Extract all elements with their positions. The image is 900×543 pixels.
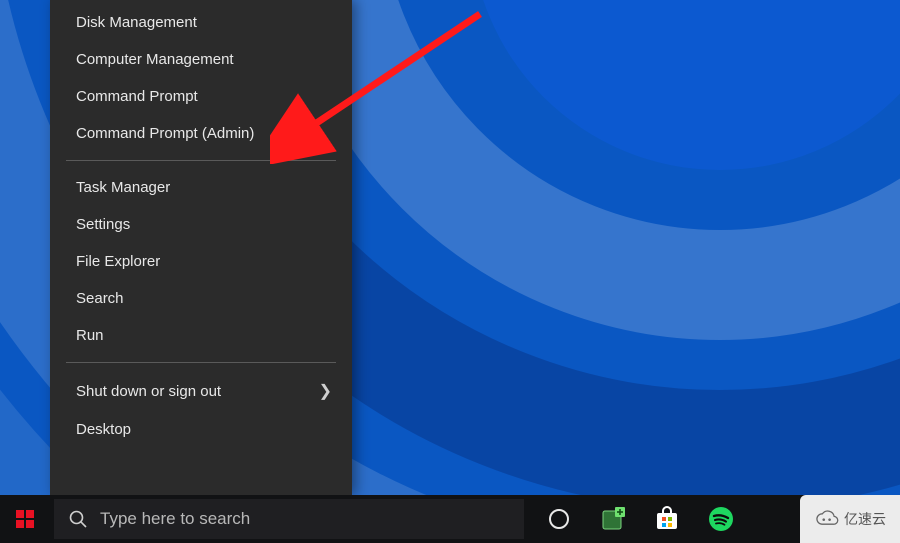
search-icon <box>68 509 88 529</box>
menu-item-label: Search <box>76 290 332 307</box>
menu-separator <box>66 362 336 363</box>
menu-item-shutdown-signout[interactable]: Shut down or sign out ❯ <box>50 371 352 411</box>
menu-item-command-prompt-admin[interactable]: Command Prompt (Admin) <box>50 115 352 152</box>
menu-item-label: Desktop <box>76 421 332 438</box>
taskbar-search-box[interactable]: Type here to search <box>54 499 524 539</box>
menu-item-search[interactable]: Search <box>50 280 352 317</box>
watermark-text: 亿速云 <box>844 509 886 529</box>
search-placeholder: Type here to search <box>100 509 250 529</box>
winx-context-menu: Disk Management Computer Management Comm… <box>50 0 352 495</box>
windows-logo-icon <box>16 510 34 528</box>
taskbar-pinned-icons <box>538 495 742 543</box>
menu-item-disk-management[interactable]: Disk Management <box>50 4 352 41</box>
menu-item-run[interactable]: Run <box>50 317 352 354</box>
store-bag-icon <box>654 506 680 532</box>
taskbar-cortana-button[interactable] <box>538 495 580 543</box>
menu-item-label: Task Manager <box>76 179 332 196</box>
spotify-icon <box>708 506 734 532</box>
menu-item-label: Computer Management <box>76 51 332 68</box>
taskbar: Type here to search <box>0 495 900 543</box>
cloud-icon <box>814 510 840 528</box>
menu-item-settings[interactable]: Settings <box>50 206 352 243</box>
menu-item-label: Shut down or sign out <box>76 383 319 400</box>
menu-item-computer-management[interactable]: Computer Management <box>50 41 352 78</box>
menu-item-label: Settings <box>76 216 332 233</box>
menu-item-label: File Explorer <box>76 253 332 270</box>
taskbar-microsoft-store[interactable] <box>646 495 688 543</box>
menu-item-label: Disk Management <box>76 14 332 31</box>
menu-item-label: Command Prompt <box>76 88 332 105</box>
cortana-circle-icon <box>548 508 570 530</box>
menu-item-task-manager[interactable]: Task Manager <box>50 169 352 206</box>
taskbar-app-1[interactable] <box>592 495 634 543</box>
menu-item-label: Command Prompt (Admin) <box>76 125 332 142</box>
menu-item-label: Run <box>76 327 332 344</box>
menu-separator <box>66 160 336 161</box>
menu-item-desktop[interactable]: Desktop <box>50 411 352 448</box>
taskbar-spotify[interactable] <box>700 495 742 543</box>
box-plus-icon <box>600 506 626 532</box>
chevron-right-icon: ❯ <box>319 381 332 401</box>
menu-item-command-prompt[interactable]: Command Prompt <box>50 78 352 115</box>
watermark: 亿速云 <box>800 495 900 543</box>
menu-item-file-explorer[interactable]: File Explorer <box>50 243 352 280</box>
start-button[interactable] <box>0 495 50 543</box>
